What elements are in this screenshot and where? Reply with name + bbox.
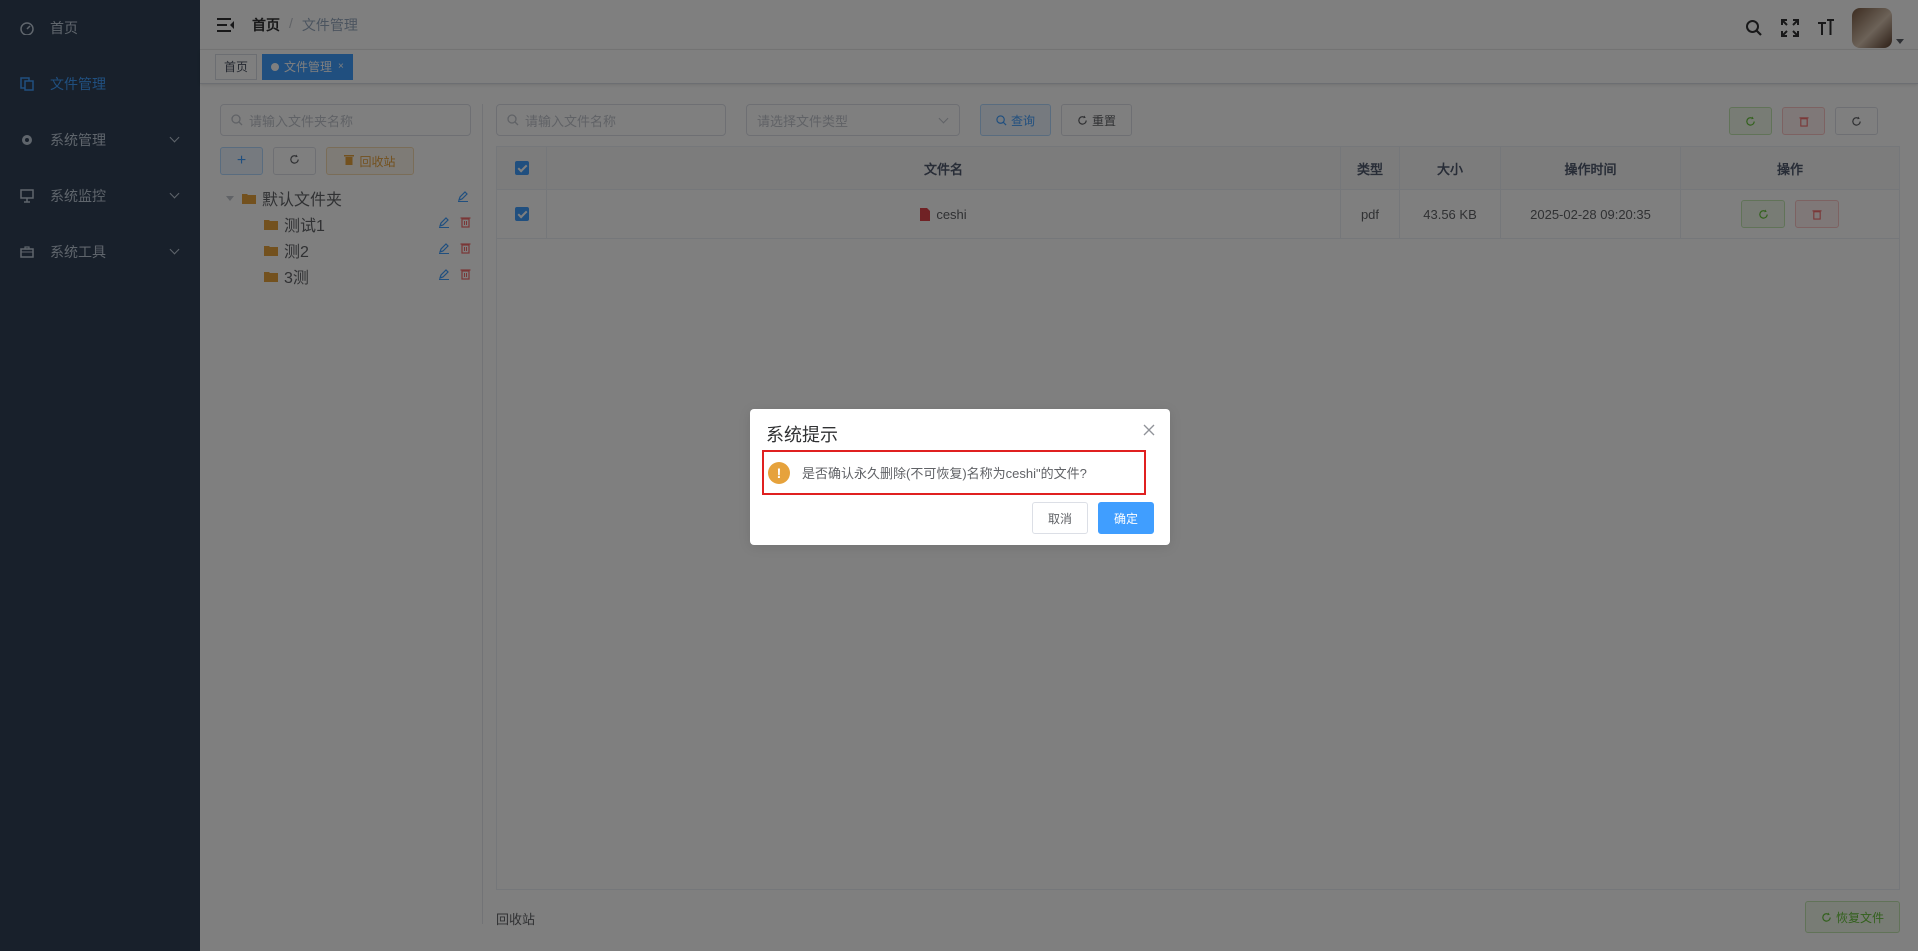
confirm-dialog: 系统提示 ! 是否确认永久删除(不可恢复)名称为ceshi"的文件? 取消 确定 (750, 409, 1170, 545)
close-icon[interactable] (1142, 423, 1156, 437)
confirm-button[interactable]: 确定 (1097, 502, 1154, 534)
dialog-message-box: ! 是否确认永久删除(不可恢复)名称为ceshi"的文件? (762, 450, 1146, 495)
dialog-message: 是否确认永久删除(不可恢复)名称为ceshi"的文件? (802, 466, 1087, 481)
cancel-button[interactable]: 取消 (1031, 502, 1088, 534)
dialog-title: 系统提示 (766, 425, 838, 445)
warning-icon: ! (768, 461, 790, 484)
